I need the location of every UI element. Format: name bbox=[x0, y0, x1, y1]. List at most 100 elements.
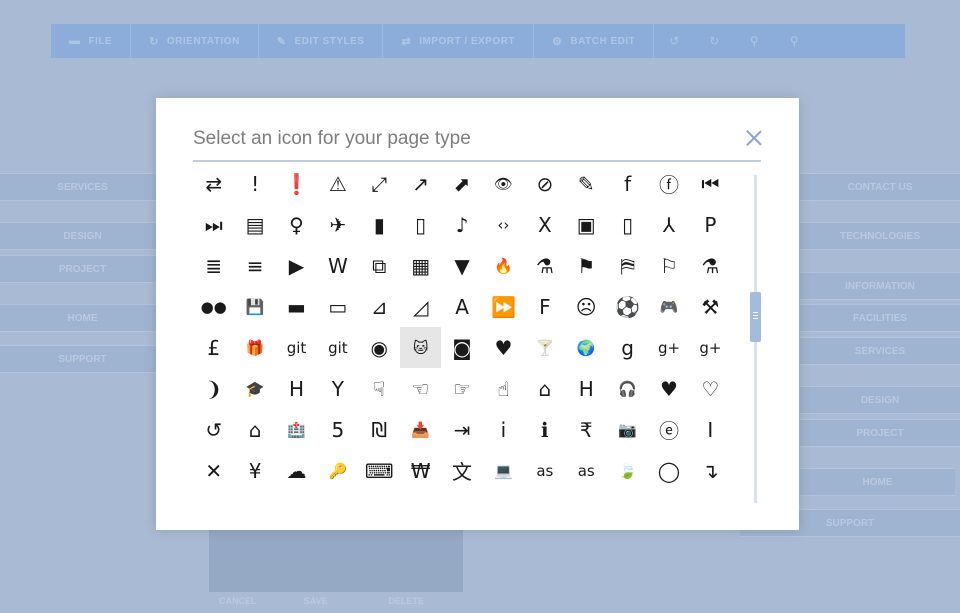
gavel-icon[interactable]: ⚒ bbox=[690, 286, 731, 327]
info-icon[interactable]: i bbox=[483, 409, 524, 450]
file-icon[interactable]: ▮ bbox=[359, 204, 400, 245]
git-icon[interactable]: git bbox=[276, 327, 317, 368]
exchange-icon[interactable]: ⇄ bbox=[193, 163, 234, 204]
external-link-square-icon[interactable]: ⬈ bbox=[441, 163, 482, 204]
hdd-icon[interactable]: ⌂ bbox=[524, 368, 565, 409]
save-button[interactable]: SAVE bbox=[294, 596, 379, 613]
file-o-icon[interactable]: ▯ bbox=[607, 204, 648, 245]
file-image-icon[interactable]: ▣ bbox=[566, 204, 607, 245]
sitemap-node[interactable]: SUPPORT bbox=[0, 345, 165, 373]
floppy-icon[interactable]: 💾 bbox=[234, 286, 275, 327]
exclamation-circle-icon[interactable]: ❗ bbox=[276, 163, 317, 204]
sitemap-node[interactable]: CONTACT US bbox=[800, 173, 960, 201]
header-icon[interactable]: H bbox=[566, 368, 607, 409]
flask-icon[interactable]: ⚗ bbox=[690, 245, 731, 286]
close-icon[interactable] bbox=[744, 128, 764, 148]
google-icon[interactable]: g bbox=[607, 327, 648, 368]
globe-icon[interactable]: 🌍 bbox=[566, 327, 607, 368]
flag-checkered-icon[interactable]: ⛿ bbox=[607, 245, 648, 286]
file-powerpoint-icon[interactable]: P bbox=[690, 204, 731, 245]
gift-icon[interactable]: 🎁 bbox=[234, 327, 275, 368]
file-archive-icon[interactable]: ▯ bbox=[400, 204, 441, 245]
keyboard-icon[interactable]: ⌨ bbox=[359, 450, 400, 491]
inr-icon[interactable]: ₹ bbox=[566, 409, 607, 450]
lastfm-square-icon[interactable]: as bbox=[566, 450, 607, 491]
undo-icon[interactable]: ↺ bbox=[654, 34, 694, 48]
level-down-icon[interactable]: ↴ bbox=[690, 450, 731, 491]
file-word-icon[interactable]: W bbox=[317, 245, 358, 286]
redo-icon[interactable]: ↻ bbox=[694, 34, 734, 48]
eye-slash-icon[interactable]: ⊘ bbox=[524, 163, 565, 204]
folder-open-icon[interactable]: ⊿ bbox=[359, 286, 400, 327]
file-pdf-icon[interactable]: ⅄ bbox=[648, 204, 689, 245]
cancel-button[interactable]: CANCEL bbox=[209, 596, 294, 613]
sitemap-node[interactable]: HOME bbox=[0, 304, 165, 332]
flag-o-icon[interactable]: ⚐ bbox=[648, 245, 689, 286]
instagram-icon[interactable]: 📷 bbox=[607, 409, 648, 450]
futbol-icon[interactable]: ⚽ bbox=[607, 286, 648, 327]
fire-extinguisher-icon[interactable]: ⚗ bbox=[524, 245, 565, 286]
info-circle-icon[interactable]: ℹ bbox=[524, 409, 565, 450]
toolbar-edit-styles-button[interactable]: ✎ EDIT STYLES bbox=[259, 24, 384, 58]
file-audio-icon[interactable]: ♪ bbox=[441, 204, 482, 245]
sitemap-node[interactable]: INFORMATION bbox=[800, 272, 960, 300]
folder-o-icon[interactable]: ▭ bbox=[317, 286, 358, 327]
history-icon[interactable]: ↺ bbox=[193, 409, 234, 450]
file-excel-icon[interactable]: X bbox=[524, 204, 565, 245]
github-icon[interactable]: ◉ bbox=[359, 327, 400, 368]
heart-o-icon[interactable]: ♡ bbox=[690, 368, 731, 409]
hand-o-down-icon[interactable]: ☟ bbox=[359, 368, 400, 409]
git-square-icon[interactable]: git bbox=[317, 327, 358, 368]
hand-o-left-icon[interactable]: ☜ bbox=[400, 368, 441, 409]
hand-o-right-icon[interactable]: ☞ bbox=[441, 368, 482, 409]
exclamation-icon[interactable]: ! bbox=[234, 163, 275, 204]
expand-icon[interactable]: ⤢ bbox=[359, 163, 400, 204]
zoom-in-icon[interactable]: ⚲ bbox=[734, 34, 774, 48]
toolbar-import-export-button[interactable]: ⇄ IMPORT / EXPORT bbox=[383, 24, 535, 58]
eye-icon[interactable]: 👁 bbox=[483, 163, 524, 204]
indent-icon[interactable]: ⇥ bbox=[441, 409, 482, 450]
sitemap-node[interactable]: PROJECT bbox=[800, 419, 960, 447]
github-square-icon[interactable]: ◙ bbox=[441, 327, 482, 368]
laptop-icon[interactable]: 💻 bbox=[483, 450, 524, 491]
internet-explorer-icon[interactable]: ⓔ bbox=[648, 409, 689, 450]
folder-icon[interactable]: ▬ bbox=[276, 286, 317, 327]
zoom-out-icon[interactable]: ⚲ bbox=[774, 34, 814, 48]
facebook-icon[interactable]: f bbox=[607, 163, 648, 204]
file-text-icon[interactable]: ≣ bbox=[193, 245, 234, 286]
toolbar-file-button[interactable]: ▬ FILE bbox=[51, 24, 132, 58]
scrollbar-thumb[interactable] bbox=[750, 292, 761, 342]
toolbar-orientation-button[interactable]: ↻ ORIENTATION bbox=[131, 24, 259, 58]
graduation-cap-icon[interactable]: 🎓 bbox=[234, 368, 275, 409]
sitemap-node[interactable]: DESIGN bbox=[0, 222, 165, 250]
sitemap-node[interactable]: HOME bbox=[800, 468, 955, 496]
sitemap-node[interactable]: DESIGN bbox=[800, 386, 960, 414]
eyedropper-icon[interactable]: ✎ bbox=[566, 163, 607, 204]
sitemap-node[interactable]: PROJECT bbox=[0, 255, 165, 283]
flickr-icon[interactable]: ●● bbox=[193, 286, 234, 327]
toolbar-batch-edit-button[interactable]: ⚙ BATCH EDIT bbox=[534, 24, 655, 58]
warning-icon[interactable]: ⚠ bbox=[317, 163, 358, 204]
hand-o-up-icon[interactable]: ☝ bbox=[483, 368, 524, 409]
lastfm-icon[interactable]: as bbox=[524, 450, 565, 491]
krw-icon[interactable]: ₩ bbox=[400, 450, 441, 491]
google-plus-square-icon[interactable]: g+ bbox=[690, 327, 731, 368]
sitemap-node[interactable]: SERVICES bbox=[800, 337, 960, 365]
file-code-icon[interactable]: ‹› bbox=[483, 204, 524, 245]
file-video-icon[interactable]: ▶ bbox=[276, 245, 317, 286]
google-plus-icon[interactable]: g+ bbox=[648, 327, 689, 368]
delete-button[interactable]: DELETE bbox=[378, 596, 463, 613]
female-icon[interactable]: ♀ bbox=[276, 204, 317, 245]
italic-icon[interactable]: I bbox=[690, 409, 731, 450]
external-link-icon[interactable]: ↗ bbox=[400, 163, 441, 204]
jsfiddle-icon[interactable]: ☁ bbox=[276, 450, 317, 491]
ils-icon[interactable]: ₪ bbox=[359, 409, 400, 450]
hacker-news-icon[interactable]: H bbox=[276, 368, 317, 409]
gbp-icon[interactable]: £ bbox=[193, 327, 234, 368]
glass-icon[interactable]: 🍸 bbox=[524, 327, 565, 368]
font-icon[interactable]: A bbox=[441, 286, 482, 327]
github-alt-icon[interactable]: 🐱 bbox=[399, 327, 442, 368]
lemon-icon[interactable]: ◯ bbox=[648, 450, 689, 491]
sitemap-node[interactable]: SERVICES bbox=[0, 173, 165, 201]
hospital-icon[interactable]: 🏥 bbox=[276, 409, 317, 450]
